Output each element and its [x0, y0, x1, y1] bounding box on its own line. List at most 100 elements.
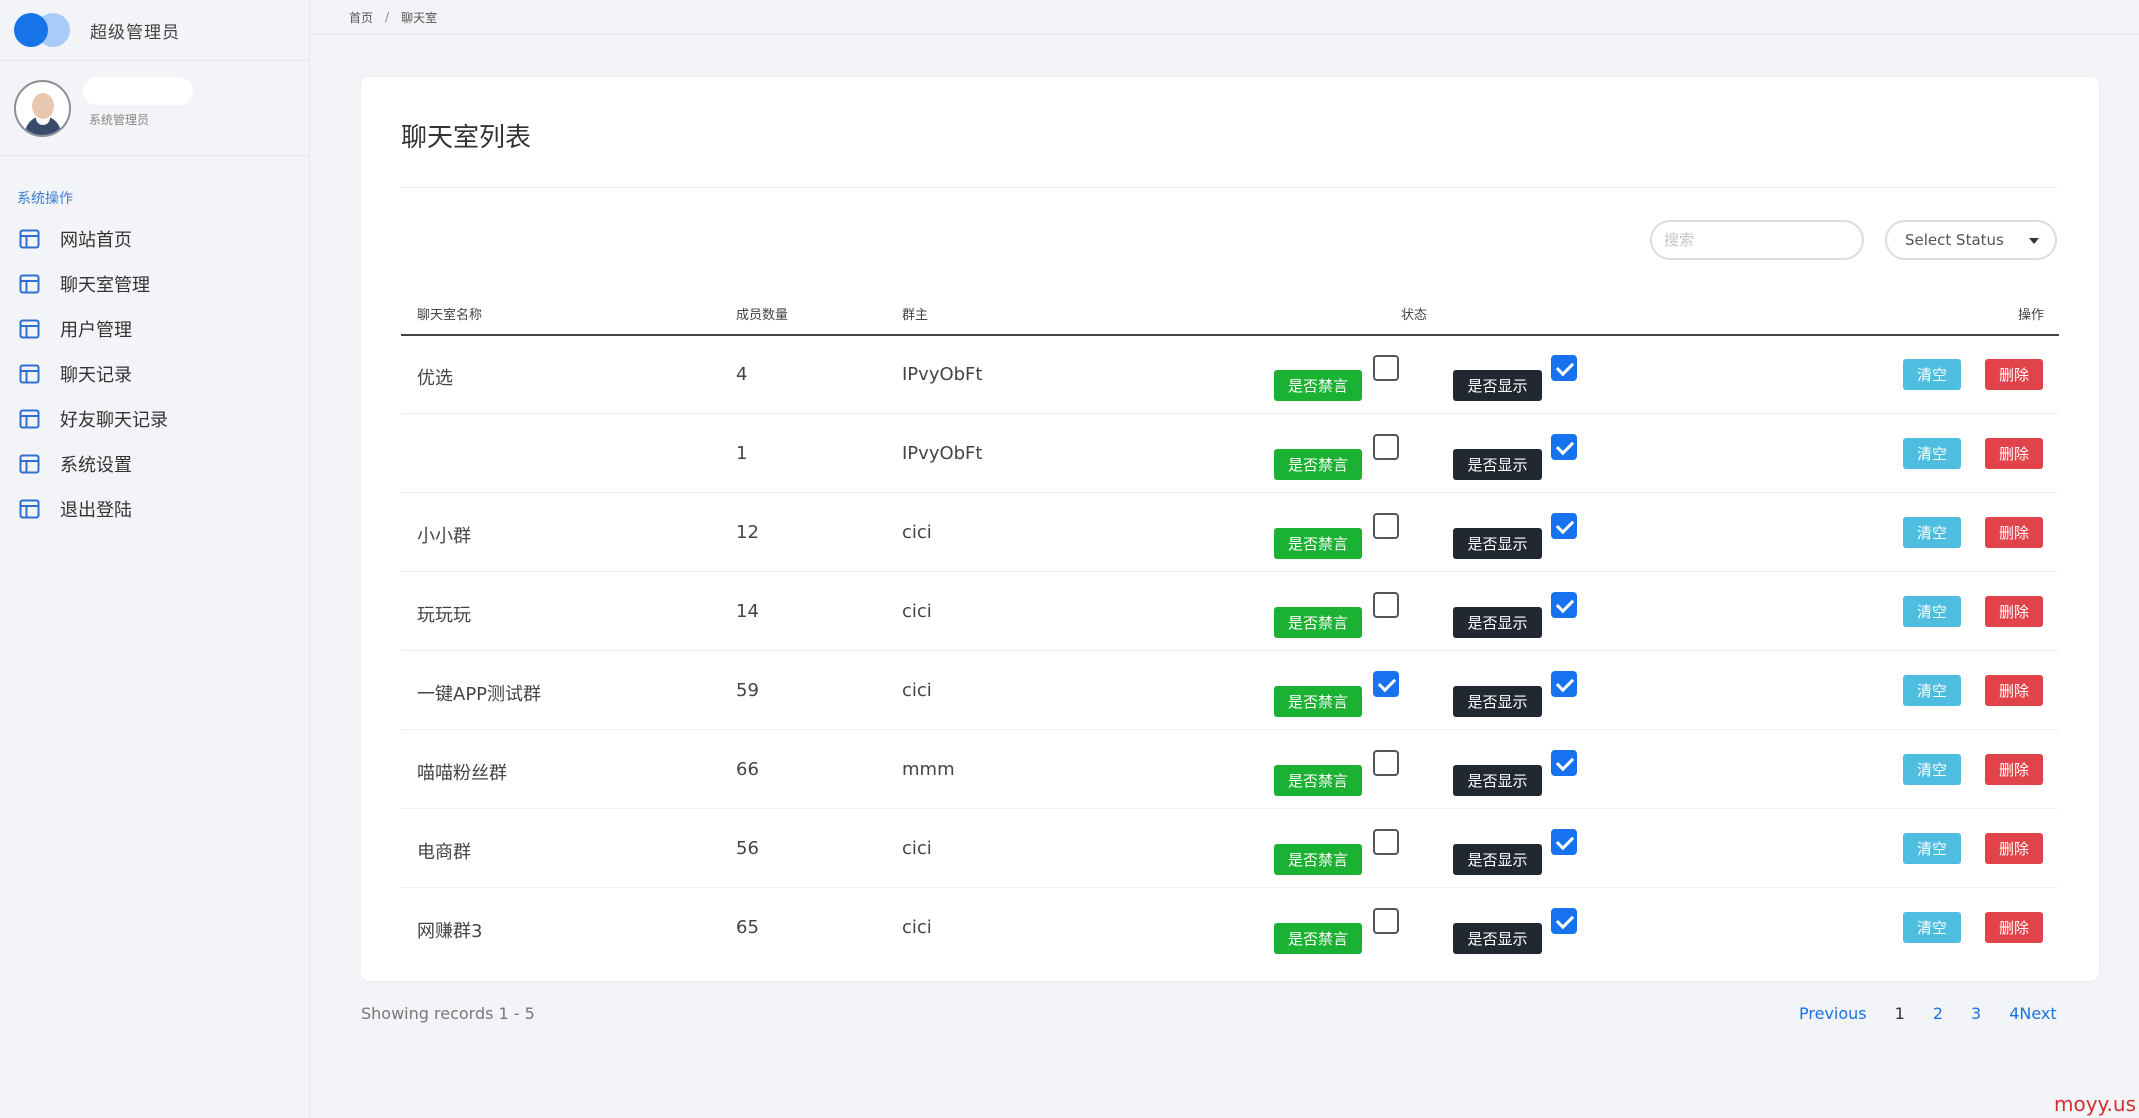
mute-checkbox[interactable]: [1373, 434, 1399, 460]
sidebar: 超级管理员 系统管理员 系统操作 网站首页 聊天室管理 用户管理 聊天记录 好友聊天记录…: [0, 0, 310, 1118]
breadcrumb-home[interactable]: 首页: [349, 9, 373, 26]
sidebar-item-3[interactable]: 聊天记录: [0, 351, 309, 396]
pagination-page-4[interactable]: 4: [2009, 1004, 2019, 1023]
watermark: moyy.us: [2054, 1092, 2136, 1116]
delete-button[interactable]: 删除: [1985, 833, 2043, 864]
sidebar-item-4[interactable]: 好友聊天记录: [0, 396, 309, 441]
show-checkbox[interactable]: [1551, 355, 1577, 381]
table-row: 玩玩玩 14 cici 是否禁言 是否显示 清空 删除: [401, 573, 2059, 651]
status-select[interactable]: Select Status: [1885, 220, 2057, 260]
delete-button[interactable]: 删除: [1985, 754, 2043, 785]
clear-button[interactable]: 清空: [1903, 438, 1961, 469]
mute-toggle-button[interactable]: 是否禁言: [1274, 528, 1362, 559]
caret-down-icon: [2029, 238, 2039, 244]
sidebar-item-2[interactable]: 用户管理: [0, 306, 309, 351]
pagination-page-2[interactable]: 2: [1933, 1004, 1943, 1023]
member-count: 14: [736, 601, 759, 622]
show-toggle-button[interactable]: 是否显示: [1453, 844, 1542, 875]
table-icon: [19, 274, 40, 293]
show-checkbox[interactable]: [1551, 750, 1577, 776]
delete-button[interactable]: 删除: [1985, 359, 2043, 390]
search-input[interactable]: [1650, 220, 1864, 260]
mute-checkbox[interactable]: [1373, 908, 1399, 934]
sidebar-item-label: 网站首页: [60, 229, 132, 251]
table-icon: [19, 229, 40, 248]
mute-checkbox[interactable]: [1373, 513, 1399, 539]
table-row: 电商群 56 cici 是否禁言 是否显示 清空 删除: [401, 810, 2059, 888]
member-count: 59: [736, 680, 759, 701]
room-owner: mmm: [902, 759, 955, 780]
room-owner: cici: [902, 680, 932, 701]
show-toggle-button[interactable]: 是否显示: [1453, 449, 1542, 480]
show-toggle-button[interactable]: 是否显示: [1453, 923, 1542, 954]
room-owner: cici: [902, 917, 932, 938]
room-owner: IPvyObFt: [902, 443, 983, 464]
room-name: 喵喵粉丝群: [417, 763, 507, 784]
pagination-previous[interactable]: Previous: [1799, 1004, 1867, 1023]
table-row: 一键APP测试群 59 cici 是否禁言 是否显示 清空 删除: [401, 652, 2059, 730]
brand-title: 超级管理员: [90, 22, 180, 43]
clear-button[interactable]: 清空: [1903, 675, 1961, 706]
pagination-pages: 1 2 3 4: [1895, 1004, 2020, 1023]
mute-checkbox[interactable]: [1373, 750, 1399, 776]
show-toggle-button[interactable]: 是否显示: [1453, 607, 1542, 638]
sidebar-item-label: 聊天室管理: [60, 274, 150, 296]
sidebar-item-1[interactable]: 聊天室管理: [0, 261, 309, 306]
show-toggle-button[interactable]: 是否显示: [1453, 370, 1542, 401]
show-checkbox[interactable]: [1551, 671, 1577, 697]
room-name: 玩玩玩: [417, 605, 471, 626]
delete-button[interactable]: 删除: [1985, 438, 2043, 469]
header-owner: 群主: [902, 308, 929, 323]
pagination-next[interactable]: Next: [2019, 1004, 2056, 1023]
mute-toggle-button[interactable]: 是否禁言: [1274, 923, 1362, 954]
show-toggle-button[interactable]: 是否显示: [1453, 686, 1542, 717]
delete-button[interactable]: 删除: [1985, 912, 2043, 943]
table-icon: [19, 499, 40, 518]
profile: 系统管理员: [0, 61, 309, 156]
show-checkbox[interactable]: [1551, 592, 1577, 618]
sidebar-item-label: 退出登陆: [60, 499, 132, 521]
profile-name-redacted: [83, 76, 193, 105]
mute-toggle-button[interactable]: 是否禁言: [1274, 686, 1362, 717]
delete-button[interactable]: 删除: [1985, 596, 2043, 627]
clear-button[interactable]: 清空: [1903, 596, 1961, 627]
sidebar-item-0[interactable]: 网站首页: [0, 216, 309, 261]
clear-button[interactable]: 清空: [1903, 359, 1961, 390]
sidebar-item-label: 好友聊天记录: [60, 409, 168, 431]
clear-button[interactable]: 清空: [1903, 833, 1961, 864]
show-checkbox[interactable]: [1551, 908, 1577, 934]
show-checkbox[interactable]: [1551, 829, 1577, 855]
mute-toggle-button[interactable]: 是否禁言: [1274, 765, 1362, 796]
clear-button[interactable]: 清空: [1903, 517, 1961, 548]
pagination-page-3[interactable]: 3: [1971, 1004, 1981, 1023]
sidebar-item-5[interactable]: 系统设置: [0, 441, 309, 486]
mute-checkbox[interactable]: [1373, 829, 1399, 855]
mute-checkbox[interactable]: [1373, 355, 1399, 381]
clear-button[interactable]: 清空: [1903, 754, 1961, 785]
table-icon: [19, 454, 40, 473]
show-checkbox[interactable]: [1551, 513, 1577, 539]
avatar[interactable]: [14, 79, 71, 137]
room-owner: cici: [902, 601, 932, 622]
show-toggle-button[interactable]: 是否显示: [1453, 528, 1542, 559]
mute-toggle-button[interactable]: 是否禁言: [1274, 370, 1362, 401]
status-select-value: Select Status: [1905, 231, 2004, 249]
mute-checkbox[interactable]: [1373, 592, 1399, 618]
header-actions: 操作: [2018, 308, 2045, 323]
pagination: Previous 1 2 3 4 Next: [1799, 1004, 2057, 1023]
sidebar-item-6[interactable]: 退出登陆: [0, 486, 309, 531]
delete-button[interactable]: 删除: [1985, 517, 2043, 548]
brand-logo-icon: [14, 13, 74, 47]
mute-toggle-button[interactable]: 是否禁言: [1274, 844, 1362, 875]
delete-button[interactable]: 删除: [1985, 675, 2043, 706]
mute-toggle-button[interactable]: 是否禁言: [1274, 449, 1362, 480]
pagination-page-1[interactable]: 1: [1895, 1004, 1905, 1023]
room-owner: IPvyObFt: [902, 364, 983, 385]
mute-toggle-button[interactable]: 是否禁言: [1274, 607, 1362, 638]
mute-checkbox[interactable]: [1373, 671, 1399, 697]
show-checkbox[interactable]: [1551, 434, 1577, 460]
clear-button[interactable]: 清空: [1903, 912, 1961, 943]
member-count: 65: [736, 917, 759, 938]
show-toggle-button[interactable]: 是否显示: [1453, 765, 1542, 796]
room-owner: cici: [902, 522, 932, 543]
